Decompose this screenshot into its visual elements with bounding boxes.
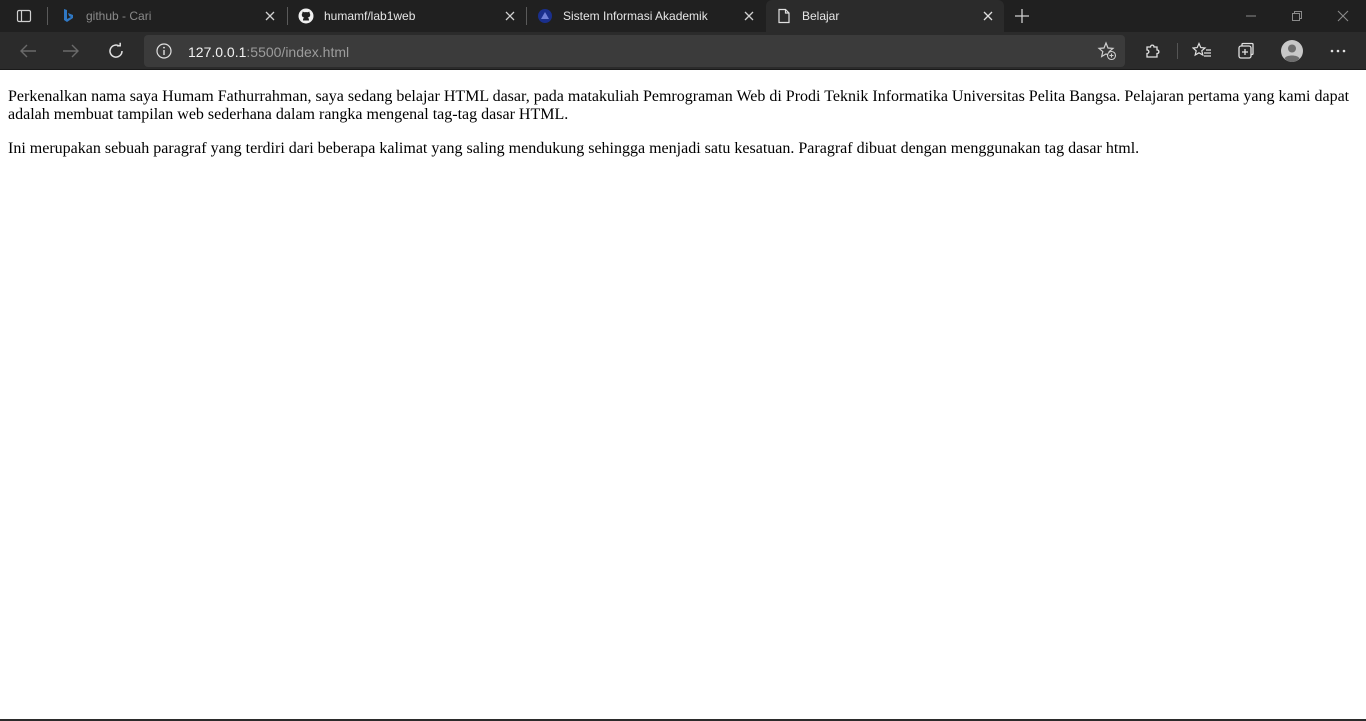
tab-actions-button[interactable] xyxy=(8,0,40,32)
restore-button[interactable] xyxy=(1274,0,1320,32)
tab-title: Belajar xyxy=(802,9,840,23)
close-window-button[interactable] xyxy=(1320,0,1366,32)
intro-paragraph: Perkenalkan nama saya Humam Fathurrahman… xyxy=(8,88,1350,123)
forward-button[interactable] xyxy=(55,35,87,67)
favorites-icon xyxy=(1192,42,1211,57)
ellipsis-icon xyxy=(1330,49,1346,53)
arrow-right-icon xyxy=(63,44,79,58)
url-path: :5500/index.html xyxy=(246,44,350,60)
page-icon xyxy=(776,8,792,24)
tab-humamf-lab1web[interactable]: humamf/lab1web xyxy=(288,0,526,32)
new-tab-button[interactable] xyxy=(1010,4,1034,28)
tab-github-cari[interactable]: github - Cari xyxy=(50,0,286,32)
tab-belajar[interactable]: Belajar xyxy=(766,0,1004,32)
site-info-icon[interactable] xyxy=(156,43,172,59)
tab-strip: github - Cari humamf/lab1web Sistem Info… xyxy=(0,0,1366,32)
back-button[interactable] xyxy=(12,35,44,67)
close-tab-icon[interactable] xyxy=(741,8,757,24)
close-icon xyxy=(1337,10,1349,22)
plus-icon xyxy=(1015,9,1029,23)
github-icon xyxy=(298,8,314,24)
collections-icon xyxy=(1238,42,1254,59)
more-menu-button[interactable] xyxy=(1322,35,1354,67)
address-bar[interactable]: 127.0.0.1:5500/index.html xyxy=(144,35,1125,67)
tab-title: humamf/lab1web xyxy=(324,9,416,23)
close-tab-icon[interactable] xyxy=(502,8,518,24)
close-tab-icon[interactable] xyxy=(980,8,996,24)
university-icon xyxy=(537,8,553,24)
minimize-button[interactable] xyxy=(1228,0,1274,32)
arrow-left-icon xyxy=(20,44,36,58)
avatar-icon xyxy=(1281,40,1303,62)
browser-toolbar: 127.0.0.1:5500/index.html xyxy=(0,32,1366,70)
star-plus-icon xyxy=(1097,41,1117,61)
tab-sistem-informasi-akademik[interactable]: Sistem Informasi Akademik xyxy=(527,0,765,32)
tab-actions-icon xyxy=(16,9,32,23)
tab-title: Sistem Informasi Akademik xyxy=(563,9,708,23)
puzzle-icon xyxy=(1146,44,1160,58)
second-paragraph: Ini merupakan sebuah paragraf yang terdi… xyxy=(8,140,1140,157)
toolbar-separator xyxy=(1177,43,1178,59)
url-host: 127.0.0.1 xyxy=(188,44,247,60)
favorites-button[interactable] xyxy=(1186,35,1218,67)
add-favorite-button[interactable] xyxy=(1097,41,1117,61)
url-text[interactable]: 127.0.0.1:5500/index.html xyxy=(188,44,349,60)
tab-separator xyxy=(47,7,48,25)
restore-icon xyxy=(1292,11,1302,21)
minimize-icon xyxy=(1246,15,1256,17)
profile-button[interactable] xyxy=(1276,35,1308,67)
web-page-content: Perkenalkan nama saya Humam Fathurrahman… xyxy=(0,71,1366,719)
close-tab-icon[interactable] xyxy=(262,8,278,24)
extensions-button[interactable] xyxy=(1137,35,1169,67)
collections-button[interactable] xyxy=(1230,35,1262,67)
tab-title: github - Cari xyxy=(86,9,152,23)
bing-icon xyxy=(60,8,76,24)
refresh-icon xyxy=(109,42,123,58)
refresh-button[interactable] xyxy=(100,35,132,67)
